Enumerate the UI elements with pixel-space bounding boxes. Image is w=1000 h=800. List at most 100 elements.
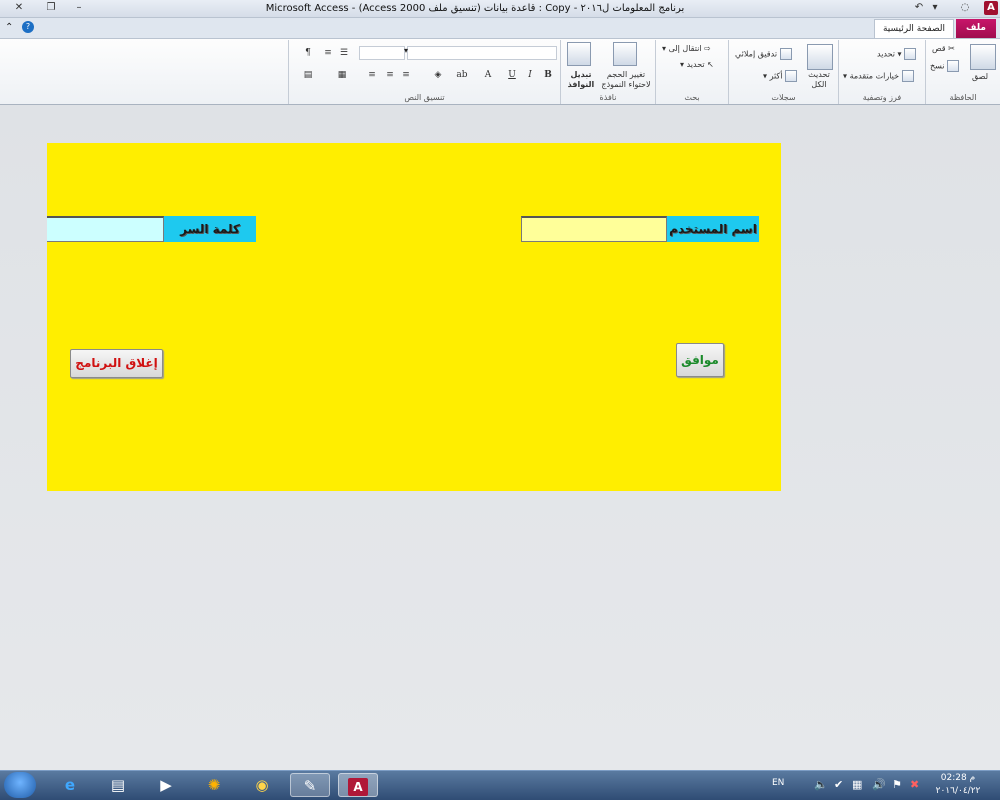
align-right-icon[interactable]: ≡ bbox=[399, 68, 413, 82]
tab-file[interactable]: ملف bbox=[956, 19, 996, 38]
internet-explorer-icon[interactable]: e bbox=[50, 773, 90, 797]
selection-filter-button[interactable]: تحديد ▾ bbox=[877, 48, 917, 60]
filter-icon bbox=[904, 48, 917, 60]
help-collapse-icon[interactable]: ⌃ bbox=[5, 22, 13, 33]
paste-icon[interactable] bbox=[970, 44, 996, 70]
paint-icon[interactable]: ✎ bbox=[290, 773, 330, 797]
minimize-window-button[interactable]: – bbox=[68, 1, 90, 15]
media-player-icon[interactable]: ▶ bbox=[146, 773, 186, 797]
spelling-button[interactable]: تدقيق إملائي bbox=[735, 48, 792, 60]
access-app-icon: A bbox=[984, 1, 998, 15]
scissors-icon: ✂ bbox=[948, 44, 955, 53]
window-group: تغيير الحجم لاحتواء النموذج تبديل النواف… bbox=[560, 40, 655, 104]
spelling-label: تدقيق إملائي bbox=[735, 49, 778, 59]
language-indicator[interactable]: EN bbox=[772, 778, 784, 788]
advanced-filter-label: خيارات متقدمة bbox=[849, 71, 900, 81]
bold-icon[interactable]: B bbox=[541, 68, 555, 82]
copy-label: نسخ bbox=[930, 61, 945, 71]
window-group-label: نافذة bbox=[599, 93, 617, 102]
clock-date[interactable]: ٢٠١٦/٠٤/٢٢ bbox=[930, 786, 986, 796]
font-size-combo[interactable]: ▾ bbox=[359, 46, 409, 60]
font-color-icon[interactable]: A bbox=[481, 68, 495, 82]
username-field[interactable] bbox=[521, 216, 667, 242]
arrow-right-icon: ⇨ bbox=[704, 44, 711, 53]
more-icon bbox=[784, 70, 797, 82]
spelling-icon bbox=[779, 48, 792, 60]
ribbon-tab-bar: ⌃ ? bbox=[0, 18, 1000, 38]
clipboard-group: لصق قص ✂ نسخ الحافظة bbox=[925, 40, 1000, 104]
login-form: اسم المستخدم كلمة السر موافق إغلاق البرن… bbox=[47, 143, 781, 491]
speaker-mute-icon[interactable]: 🔈 bbox=[814, 778, 828, 791]
action-center-icon[interactable]: ✖ bbox=[910, 778, 919, 791]
username-label: اسم المستخدم bbox=[667, 216, 759, 242]
network-icon[interactable]: ▦ bbox=[852, 778, 862, 791]
window-title: برنامج المعلومات ل٢٠١٦ - Copy : قاعدة بي… bbox=[265, 3, 685, 14]
quick-access-icon[interactable]: ◌ bbox=[958, 1, 972, 15]
save-icon[interactable]: ▾ bbox=[928, 1, 942, 15]
size-to-fit-button[interactable]: تغيير الحجم لاحتواء النموذج bbox=[597, 70, 655, 90]
records-group: تحديث الكل تدقيق إملائي ▾ أكثر سجلات bbox=[728, 40, 838, 104]
text-formatting-group: ▾ ☰ ≡ ¶ B I U A ab ◈ ≡ ≡ ≡ ▦ ▤ تنسيق الن… bbox=[288, 40, 560, 104]
chevron-down-icon: ▾ bbox=[404, 46, 409, 55]
volume-icon[interactable]: 🔊 bbox=[872, 778, 886, 791]
sort-filter-group-label: فرز وتصفية bbox=[862, 93, 902, 102]
cut-label: قص bbox=[932, 44, 946, 53]
align-left-icon[interactable]: ≡ bbox=[365, 68, 379, 82]
sort-filter-group: تحديد ▾ ▾ خيارات متقدمة فرز وتصفية bbox=[838, 40, 925, 104]
italic-icon[interactable]: I bbox=[523, 68, 537, 82]
refresh-all-button[interactable]: تحديث الكل bbox=[801, 70, 837, 90]
gridlines-icon[interactable]: ▦ bbox=[335, 68, 349, 82]
restore-window-button[interactable]: ❐ bbox=[40, 1, 62, 15]
records-group-label: سجلات bbox=[771, 93, 796, 102]
switch-windows-icon[interactable] bbox=[567, 42, 591, 66]
clipboard-group-label: الحافظة bbox=[949, 93, 977, 102]
text-formatting-group-label: تنسيق النص bbox=[404, 93, 445, 102]
start-button[interactable] bbox=[4, 772, 36, 798]
size-to-fit-icon[interactable] bbox=[613, 42, 637, 66]
selection-filter-label: تحديد bbox=[877, 49, 896, 59]
goto-button[interactable]: ▾ انتقال إلى ⇨ bbox=[662, 44, 711, 53]
paste-button[interactable]: لصق bbox=[972, 72, 988, 81]
copy-icon bbox=[947, 60, 960, 72]
advanced-filter-icon bbox=[901, 70, 914, 82]
refresh-all-icon[interactable] bbox=[807, 44, 833, 70]
highlight-icon[interactable]: ab bbox=[455, 68, 469, 82]
check-icon[interactable]: ✔ bbox=[834, 778, 843, 791]
password-field[interactable] bbox=[47, 216, 164, 242]
password-label: كلمة السر bbox=[164, 216, 256, 242]
fill-color-icon[interactable]: ◈ bbox=[431, 68, 445, 82]
copy-button[interactable]: نسخ bbox=[930, 60, 960, 72]
find-group-label: بحث bbox=[684, 93, 700, 102]
bullets-icon[interactable]: ☰ bbox=[337, 46, 351, 60]
media-center-icon[interactable]: ✺ bbox=[194, 773, 234, 797]
tab-home[interactable]: الصفحة الرئيسية bbox=[874, 19, 954, 39]
close-window-button[interactable]: ✕ bbox=[8, 1, 30, 15]
font-name-combo[interactable] bbox=[407, 46, 557, 60]
undo-icon[interactable]: ↶ bbox=[912, 1, 926, 15]
rtl-icon[interactable]: ¶ bbox=[301, 46, 315, 60]
cut-button[interactable]: قص ✂ bbox=[932, 44, 955, 53]
more-records-label: أكثر bbox=[769, 71, 783, 81]
file-explorer-icon[interactable]: ▤ bbox=[98, 773, 138, 797]
title-bar: ✕ ❐ – برنامج المعلومات ل٢٠١٦ - Copy : قا… bbox=[0, 0, 1000, 18]
flag-icon[interactable]: ⚑ bbox=[892, 778, 902, 791]
select-button[interactable]: ▾ تحديد ↖ bbox=[680, 60, 714, 69]
ok-button[interactable]: موافق bbox=[676, 343, 724, 377]
select-label: تحديد bbox=[686, 60, 705, 69]
chrome-icon[interactable]: ◉ bbox=[242, 773, 282, 797]
numbering-icon[interactable]: ≡ bbox=[321, 46, 335, 60]
align-center-icon[interactable]: ≡ bbox=[383, 68, 397, 82]
exit-program-button[interactable]: إغلاق البرنامج bbox=[70, 349, 163, 378]
clock-time[interactable]: 02:28 م bbox=[938, 773, 978, 783]
more-records-button[interactable]: ▾ أكثر bbox=[763, 70, 797, 82]
help-icon[interactable]: ? bbox=[22, 21, 34, 33]
find-group: ▾ انتقال إلى ⇨ ▾ تحديد ↖ بحث bbox=[655, 40, 728, 104]
access-taskbar-icon[interactable]: A bbox=[338, 773, 378, 797]
advanced-filter-button[interactable]: ▾ خيارات متقدمة bbox=[843, 70, 914, 82]
underline-icon[interactable]: U bbox=[505, 68, 519, 82]
goto-label: انتقال إلى bbox=[668, 44, 702, 53]
access-logo-icon: A bbox=[348, 778, 368, 796]
cursor-icon: ↖ bbox=[707, 60, 714, 69]
switch-windows-button[interactable]: تبديل النوافذ bbox=[563, 70, 599, 90]
alternate-row-color-icon[interactable]: ▤ bbox=[301, 68, 315, 82]
